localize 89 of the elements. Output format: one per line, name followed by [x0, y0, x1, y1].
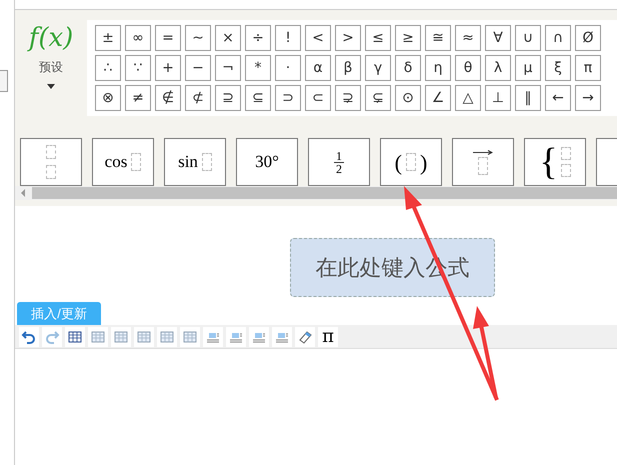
- symbol-button[interactable]: Ø: [575, 25, 601, 51]
- vector-arrow-icon: [473, 150, 493, 154]
- function-name: sin: [178, 151, 198, 174]
- eraser-icon[interactable]: [295, 326, 315, 346]
- symbol-button[interactable]: *: [245, 55, 271, 81]
- symbol-button[interactable]: ⊃: [275, 85, 301, 111]
- symbol-button[interactable]: ⊂: [305, 85, 331, 111]
- symbol-button[interactable]: <: [305, 25, 331, 51]
- symbol-button[interactable]: ≤: [365, 25, 391, 51]
- symbol-button[interactable]: ⊇: [215, 85, 241, 111]
- template-button[interactable]: [20, 138, 82, 186]
- symbol-button[interactable]: +: [155, 55, 181, 81]
- symbol-button[interactable]: β: [335, 55, 361, 81]
- template-button[interactable]: 1 2: [308, 138, 370, 186]
- symbol-button[interactable]: ∪: [515, 25, 541, 51]
- symbol-button[interactable]: ≥: [395, 25, 421, 51]
- close-paren: ): [420, 148, 428, 177]
- brace: {: [539, 142, 558, 182]
- symbol-button[interactable]: ⊊: [365, 85, 391, 111]
- symbol-button[interactable]: △: [455, 85, 481, 111]
- template-button[interactable]: cos: [92, 138, 154, 186]
- preset-label[interactable]: 预设: [39, 58, 63, 76]
- function-name: cos: [104, 151, 128, 174]
- template-button[interactable]: sin: [164, 138, 226, 186]
- symbol-button[interactable]: ¬: [215, 55, 241, 81]
- symbol-button[interactable]: ±: [95, 25, 121, 51]
- align-center-icon[interactable]: [249, 326, 269, 346]
- symbol-button[interactable]: η: [425, 55, 451, 81]
- symbol-button[interactable]: δ: [395, 55, 421, 81]
- template-button[interactable]: 30°: [236, 138, 298, 186]
- caret-icon[interactable]: [47, 84, 55, 89]
- scrollbar-thumb[interactable]: [32, 187, 617, 199]
- symbol-button[interactable]: ≈: [455, 25, 481, 51]
- symbol-button[interactable]: ∞: [125, 25, 151, 51]
- symbol-button[interactable]: ≠: [125, 85, 151, 111]
- symbol-button[interactable]: γ: [365, 55, 391, 81]
- denominator: 2: [336, 162, 342, 174]
- align-left-icon[interactable]: [203, 326, 223, 346]
- align-right-icon[interactable]: [226, 326, 246, 346]
- numerator: 1: [334, 150, 344, 162]
- placeholder-slot: [560, 147, 571, 160]
- symbol-button[interactable]: ⊆: [245, 85, 271, 111]
- symbol-button[interactable]: ⊥: [485, 85, 511, 111]
- template-button[interactable]: ( ): [380, 138, 442, 186]
- symbol-button[interactable]: ~: [185, 25, 211, 51]
- symbol-button[interactable]: −: [185, 55, 211, 81]
- table-icon[interactable]: [65, 326, 85, 346]
- symbol-button[interactable]: ξ: [545, 55, 571, 81]
- symbol-button[interactable]: →: [575, 85, 601, 111]
- scrollbar[interactable]: [15, 186, 617, 200]
- symbol-button[interactable]: ⊗: [95, 85, 121, 111]
- symbol-button[interactable]: μ: [515, 55, 541, 81]
- symbol-button[interactable]: !: [275, 25, 301, 51]
- symbol-button[interactable]: =: [155, 25, 181, 51]
- template-button[interactable]: {: [524, 138, 586, 186]
- symbol-button[interactable]: ∩: [545, 25, 571, 51]
- symbol-button[interactable]: ⊄: [185, 85, 211, 111]
- symbol-button[interactable]: ∉: [155, 85, 181, 111]
- template-button[interactable]: [452, 138, 514, 186]
- symbol-button[interactable]: ∠: [425, 85, 451, 111]
- symbol-button[interactable]: ∴: [95, 55, 121, 81]
- placeholder-slot: [131, 153, 142, 171]
- symbol-button[interactable]: ⊙: [395, 85, 421, 111]
- symbol-button[interactable]: ⊋: [335, 85, 361, 111]
- side-button[interactable]: [0, 70, 8, 92]
- symbol-button[interactable]: ÷: [245, 25, 271, 51]
- symbol-button[interactable]: ·: [275, 55, 301, 81]
- undo-icon[interactable]: [19, 326, 39, 346]
- placeholder-slot: [202, 153, 212, 171]
- align-right-icon[interactable]: [272, 326, 292, 346]
- symbol-button[interactable]: α: [305, 55, 331, 81]
- symbol-button[interactable]: ∵: [125, 55, 151, 81]
- placeholder-slot: [46, 165, 56, 179]
- placeholder-slot: [46, 145, 56, 159]
- symbol-button[interactable]: >: [335, 25, 361, 51]
- pi-button[interactable]: π: [318, 326, 338, 346]
- open-paren: (: [394, 148, 402, 177]
- symbol-button[interactable]: ∀: [485, 25, 511, 51]
- placeholder-slot: [478, 156, 488, 174]
- symbol-button[interactable]: ←: [545, 85, 571, 111]
- placeholder-slot: [406, 153, 416, 171]
- symbol-button[interactable]: θ: [455, 55, 481, 81]
- symbol-button[interactable]: ‖: [515, 85, 541, 111]
- symbol-button[interactable]: ×: [215, 25, 241, 51]
- symbol-button[interactable]: π: [575, 55, 601, 81]
- degree-text: 30°: [255, 151, 279, 174]
- placeholder-slot: [560, 164, 571, 177]
- symbol-button[interactable]: ≅: [425, 25, 451, 51]
- symbol-button[interactable]: λ: [485, 55, 511, 81]
